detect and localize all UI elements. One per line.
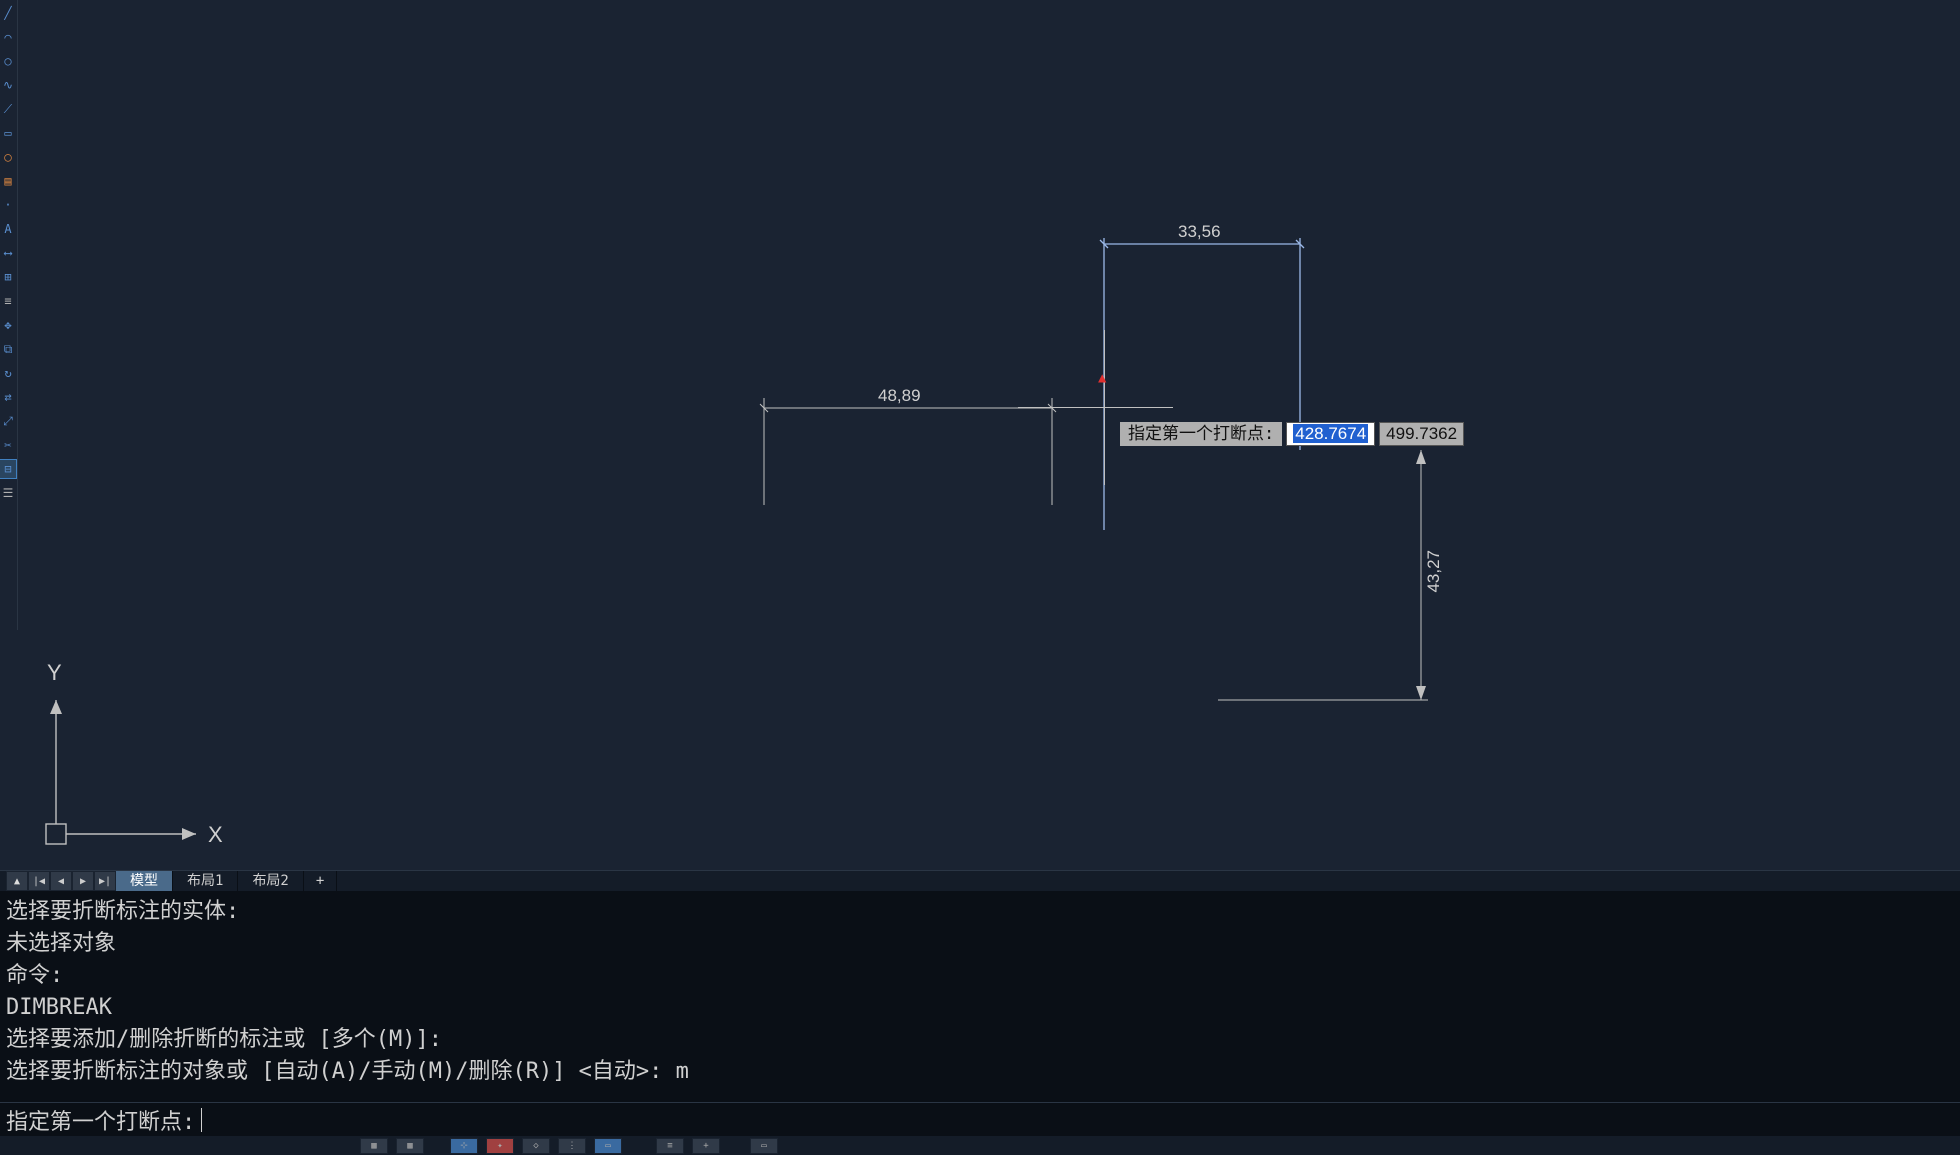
- tab-add-button[interactable]: +: [304, 871, 337, 891]
- tool-dim-icon[interactable]: ⟷: [0, 244, 16, 262]
- status-polar-icon[interactable]: ✦: [486, 1138, 514, 1154]
- tool-scale-icon[interactable]: ⤢: [0, 412, 16, 430]
- tool-block-icon[interactable]: ⊞: [0, 268, 16, 286]
- dynamic-input-x[interactable]: 428.7674: [1286, 422, 1375, 446]
- cmd-line: DIMBREAK: [6, 992, 1954, 1024]
- status-grid-icon[interactable]: ▦: [360, 1138, 388, 1154]
- crosshair-horizontal: [1018, 407, 1173, 408]
- tool-point-icon[interactable]: ·: [0, 196, 16, 214]
- cmd-line: 未选择对象: [6, 928, 1954, 960]
- tab-nav-prev[interactable]: ◀: [50, 871, 72, 891]
- layout-tabs: ▲ |◀ ◀ ▶ ▶| 模型 布局1 布局2 +: [0, 870, 1960, 892]
- cmd-line: 选择要添加/删除折断的标注或 [多个(M)]:: [6, 1024, 1954, 1056]
- dynamic-input-prompt: 指定第一个打断点:: [1120, 422, 1282, 446]
- tool-arc-icon[interactable]: ⌒: [0, 28, 16, 46]
- ucs-x-label: X: [208, 822, 223, 848]
- cmd-line: 选择要折断标注的实体:: [6, 896, 1954, 928]
- tool-props-icon[interactable]: ☰: [0, 484, 16, 502]
- tool-break-icon[interactable]: ⊟: [0, 460, 16, 478]
- status-otrack-icon[interactable]: ⋮: [558, 1138, 586, 1154]
- tool-move-icon[interactable]: ✥: [0, 316, 16, 334]
- tab-model[interactable]: 模型: [116, 871, 173, 891]
- cmd-line: 选择要折断标注的对象或 [自动(A)/手动(M)/删除(R)] <自动>: m: [6, 1056, 1954, 1088]
- drawing-canvas[interactable]: 33,56 48,89 43,27 X Y ▲ 指定第一个打断点: 428.76…: [18, 0, 1960, 870]
- command-history[interactable]: 选择要折断标注的实体: 未选择对象 命令: DIMBREAK 选择要添加/删除折…: [0, 892, 1960, 1102]
- osnap-marker-icon: ▲: [1098, 370, 1106, 386]
- status-osnap-icon[interactable]: ◇: [522, 1138, 550, 1154]
- tool-line-icon[interactable]: ╱: [0, 4, 16, 22]
- cmd-line: 命令:: [6, 960, 1954, 992]
- dimension-right-value: 43,27: [1424, 550, 1444, 593]
- status-dyn-icon[interactable]: ▭: [594, 1138, 622, 1154]
- left-toolbar: ╱ ⌒ ○ ∿ ⟋ ▭ ◯ ▤ · A ⟷ ⊞ ≡ ✥ ⧉ ↻ ⇄ ⤢ ✂ ⊟ …: [0, 0, 18, 630]
- tool-layer-icon[interactable]: ≡: [0, 292, 16, 310]
- status-lwt-icon[interactable]: ≡: [656, 1138, 684, 1154]
- tool-rect-icon[interactable]: ▭: [0, 124, 16, 142]
- tab-scroll-up-icon[interactable]: ▲: [6, 871, 28, 891]
- status-plus-icon[interactable]: +: [692, 1138, 720, 1154]
- tool-text-icon[interactable]: A: [0, 220, 16, 238]
- ucs-y-label: Y: [47, 660, 62, 686]
- tool-copy-icon[interactable]: ⧉: [0, 340, 16, 358]
- command-input-prompt: 指定第一个打断点:: [6, 1104, 195, 1136]
- tab-nav-last[interactable]: ▶|: [94, 871, 116, 891]
- tab-layout2[interactable]: 布局2: [238, 871, 303, 891]
- tool-mirror-icon[interactable]: ⇄: [0, 388, 16, 406]
- tool-circle-icon[interactable]: ○: [0, 52, 16, 70]
- tool-hatch-icon[interactable]: ▤: [0, 172, 16, 190]
- status-ortho-icon[interactable]: ⊹: [450, 1138, 478, 1154]
- dynamic-input-y[interactable]: 499.7362: [1379, 422, 1464, 446]
- dynamic-input: 指定第一个打断点: 428.7674 499.7362: [1120, 422, 1464, 446]
- tool-spline-icon[interactable]: ∿: [0, 76, 16, 94]
- status-bar: ▦ ▦ ⊹ ✦ ◇ ⋮ ▭ ≡ + ▭: [0, 1136, 1960, 1155]
- tab-nav-next[interactable]: ▶: [72, 871, 94, 891]
- tool-poly-icon[interactable]: ⟋: [0, 100, 16, 118]
- status-snap-icon[interactable]: ▦: [396, 1138, 424, 1154]
- dimension-left-value: 48,89: [878, 386, 921, 406]
- tab-nav-first[interactable]: |◀: [28, 871, 50, 891]
- tool-rotate-icon[interactable]: ↻: [0, 364, 16, 382]
- status-model-icon[interactable]: ▭: [750, 1138, 778, 1154]
- command-input-cursor: [201, 1108, 202, 1132]
- command-input-bar[interactable]: 指定第一个打断点:: [0, 1102, 1960, 1136]
- crosshair-vertical: [1104, 330, 1105, 485]
- tool-trim-icon[interactable]: ✂: [0, 436, 16, 454]
- tab-layout1[interactable]: 布局1: [173, 871, 238, 891]
- tool-ellipse-icon[interactable]: ◯: [0, 148, 16, 166]
- dimension-top-value: 33,56: [1178, 222, 1221, 242]
